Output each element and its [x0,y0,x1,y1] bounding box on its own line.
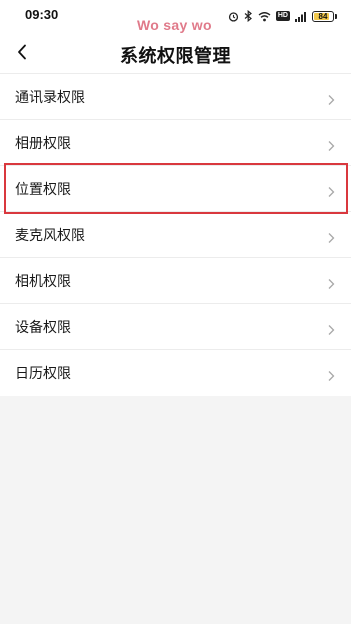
permission-item-camera[interactable]: 相机权限 [0,258,351,304]
chevron-right-icon [327,229,335,248]
hd-badge: HD [275,11,290,21]
status-icons: HD 84 [228,8,337,24]
permission-list: 通讯录权限 相册权限 位置权限 麦克风权限 相机权限 设备权限 日历权限 [0,74,351,396]
permission-label: 设备权限 [15,319,71,336]
permission-label: 通讯录权限 [15,89,85,106]
chevron-right-icon [327,91,335,110]
alarm-icon [228,11,239,22]
page-title: 系统权限管理 [120,46,231,67]
chevron-right-icon [327,275,335,294]
bluetooth-icon [244,10,253,22]
chevron-right-icon [327,367,335,386]
permission-label: 位置权限 [15,181,71,198]
permission-item-device[interactable]: 设备权限 [0,304,351,350]
battery-level: 84 [318,11,328,21]
permission-label: 麦克风权限 [15,227,85,244]
permission-item-location[interactable]: 位置权限 [0,166,351,212]
permission-item-album[interactable]: 相册权限 [0,120,351,166]
battery-cap [335,13,337,19]
permission-label: 日历权限 [15,366,71,382]
chevron-right-icon [327,137,335,156]
battery-icon: 84 [312,10,334,22]
wifi-icon [258,11,271,22]
permission-label: 相机权限 [15,273,71,290]
status-bar: 09:30 Wo say wo HD 84 [0,0,351,34]
status-time: 09:30 [25,7,59,22]
watermark-text: Wo say wo [137,17,212,33]
permission-label: 相册权限 [15,135,71,152]
permission-item-calendar[interactable]: 日历权限 [0,350,351,396]
signal-icon [295,11,307,22]
chevron-right-icon [327,321,335,340]
permission-item-microphone[interactable]: 麦克风权限 [0,212,351,258]
nav-bar: 系统权限管理 [0,34,351,74]
permission-item-contacts[interactable]: 通讯录权限 [0,74,351,120]
chevron-right-icon [327,183,335,202]
